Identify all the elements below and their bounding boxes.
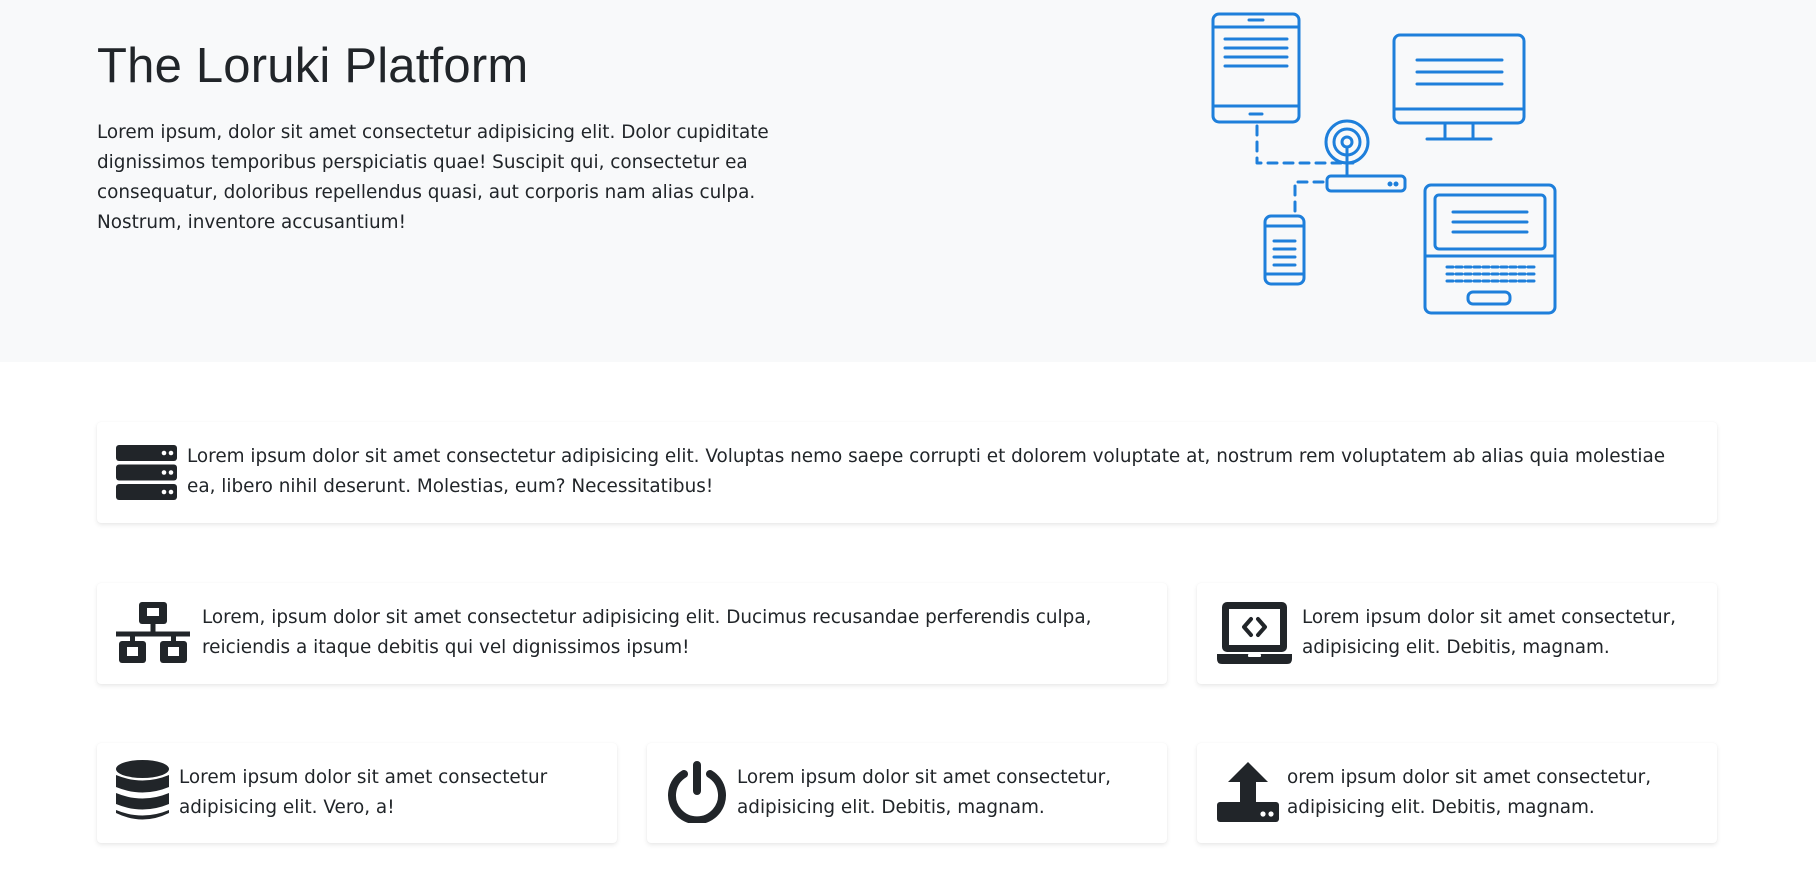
page-title: The Loruki Platform bbox=[97, 39, 529, 93]
connected-devices-icon bbox=[1211, 12, 1557, 315]
feature-card-server: Lorem ipsum dolor sit amet consectetur a… bbox=[97, 422, 1717, 523]
feature-card-database: Lorem ipsum dolor sit amet consectetur a… bbox=[97, 743, 617, 843]
upload-icon bbox=[1217, 762, 1279, 822]
feature-text: Lorem ipsum dolor sit amet consectetur, … bbox=[737, 767, 1112, 818]
feature-card-power: Lorem ipsum dolor sit amet consectetur, … bbox=[647, 743, 1167, 843]
feature-text: Lorem ipsum dolor sit amet consectetur, … bbox=[1302, 607, 1677, 658]
feature-card-laptop-code: Lorem ipsum dolor sit amet consectetur, … bbox=[1197, 583, 1717, 684]
server-icon bbox=[116, 445, 177, 500]
database-icon bbox=[116, 760, 169, 820]
hero-section: The Loruki Platform Lorem ipsum, dolor s… bbox=[0, 0, 1816, 362]
hero-lead-text: Lorem ipsum, dolor sit amet consectetur … bbox=[97, 122, 769, 233]
laptop-code-icon bbox=[1217, 602, 1292, 664]
feature-text: Lorem ipsum dolor sit amet consectetur a… bbox=[187, 446, 1666, 497]
feature-text: Lorem ipsum dolor sit amet consectetur a… bbox=[179, 767, 548, 818]
power-off-icon bbox=[668, 761, 726, 823]
feature-text: Lorem, ipsum dolor sit amet consectetur … bbox=[202, 607, 1092, 658]
feature-card-network: Lorem, ipsum dolor sit amet consectetur … bbox=[97, 583, 1167, 684]
network-icon bbox=[116, 602, 190, 663]
feature-text: orem ipsum dolor sit amet consectetur, a… bbox=[1287, 767, 1652, 818]
feature-card-upload: orem ipsum dolor sit amet consectetur, a… bbox=[1197, 743, 1717, 843]
